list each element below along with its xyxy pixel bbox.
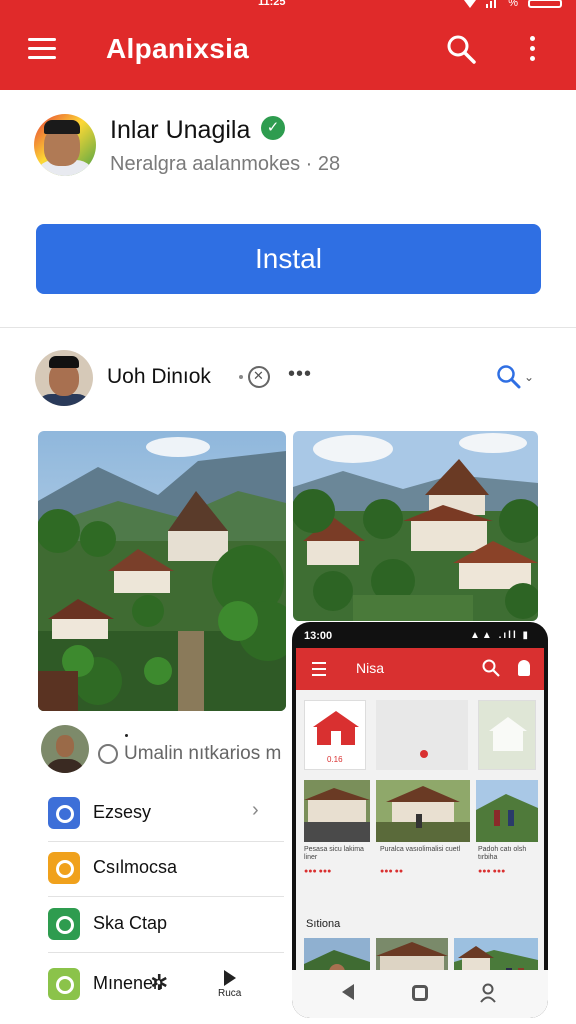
section-title: Sıtiona xyxy=(306,918,341,930)
search-icon[interactable] xyxy=(496,364,522,390)
thumbnail[interactable] xyxy=(304,780,370,842)
house-icon xyxy=(489,717,527,751)
profile-avatar[interactable] xyxy=(34,114,96,176)
menu-icon[interactable] xyxy=(312,662,326,680)
thumbnail-price: ●●● ●●● xyxy=(478,868,506,875)
thumbnail-caption: Puralca vasıolimalisi cuetl xyxy=(380,846,461,853)
status-icons: % xyxy=(464,0,562,9)
circle-icon xyxy=(48,908,80,940)
list-item-ska-ctap[interactable]: Ska Ctap xyxy=(48,908,284,964)
signal-icon xyxy=(486,0,497,8)
list-item-label: Ezsesy xyxy=(93,802,152,822)
app-title: Alpanixsia xyxy=(106,33,250,64)
back-icon[interactable] xyxy=(342,984,354,1000)
app-tile[interactable]: 0.16 xyxy=(304,700,366,770)
install-button[interactable]: Instal xyxy=(36,224,541,294)
comment-icon xyxy=(98,744,118,764)
tile-caption: 0.16 xyxy=(327,755,343,764)
phone-screen: Nisa 0.16 Pesasa sicu lakima liner Pural… xyxy=(296,648,544,992)
divider xyxy=(0,327,576,328)
battery-icon xyxy=(528,0,562,8)
thumbnail-caption: Padoh catı olsh tırbiha xyxy=(478,846,527,861)
phone-signal-icons: ▲▲ .ıll ▮ xyxy=(470,630,530,641)
thumbnail[interactable] xyxy=(376,780,470,842)
chevron-down-icon[interactable]: ⌄ xyxy=(524,370,534,384)
search-icon[interactable] xyxy=(446,34,476,64)
post-photo-temple[interactable] xyxy=(293,431,538,621)
battery-percent: % xyxy=(508,0,518,9)
post-author-name[interactable]: Uoh Dinıok xyxy=(107,365,211,389)
phone-app-title: Nisa xyxy=(356,660,385,676)
phone-mockup: 13:00 ▲▲ .ıll ▮ Nisa 0.16 Pesasa sicu la… xyxy=(292,622,548,1018)
circle-icon xyxy=(48,852,80,884)
list-item-csilmocsa[interactable]: Csılmocsa xyxy=(48,852,284,908)
phone-status-bar: 13:00 ▲▲ .ıll ▮ xyxy=(304,630,536,646)
circle-icon xyxy=(48,797,80,829)
home-icon[interactable] xyxy=(412,985,428,1001)
user-icon[interactable] xyxy=(518,660,530,676)
profile-subtitle: Neralgra aalanmokes · 28 xyxy=(110,153,341,175)
post-caption: Umalin nıtkarios m xyxy=(124,743,282,764)
thumbnail-price: ●●● ●●● xyxy=(304,868,332,875)
post-author-avatar[interactable] xyxy=(35,350,93,406)
post-photo-village[interactable] xyxy=(38,431,286,711)
status-bar: 11:25 % xyxy=(0,0,576,10)
caption-dot xyxy=(125,734,128,737)
home-icon xyxy=(313,711,359,745)
phone-time: 13:00 xyxy=(304,630,333,642)
status-time: 11:25 xyxy=(258,0,286,8)
separator-dot xyxy=(239,375,243,379)
search-icon[interactable] xyxy=(482,659,500,677)
verified-icon: ✓ xyxy=(261,116,285,140)
list-item-label: Csılmocsa xyxy=(93,857,178,877)
star-icon: ✲ xyxy=(150,970,169,995)
play-icon[interactable]: Ruca xyxy=(218,970,242,1004)
commenter-avatar[interactable] xyxy=(41,725,89,773)
circle-icon xyxy=(48,968,80,1000)
more-vert-icon[interactable] xyxy=(526,36,538,64)
chevron-right-icon[interactable]: › xyxy=(252,799,259,822)
post-more-button[interactable]: ••• xyxy=(288,363,312,386)
app-tile[interactable] xyxy=(376,700,468,770)
phone-nav-bar xyxy=(292,970,548,1018)
list-item-label: Ska Ctap xyxy=(93,913,168,933)
list-item-ezsesy[interactable]: Ezsesy xyxy=(48,797,284,853)
recent-icon[interactable] xyxy=(480,983,496,1003)
phone-app-bar: Nisa xyxy=(296,648,544,690)
thumbnail-price: ●●● ●● xyxy=(380,868,404,875)
menu-icon[interactable] xyxy=(28,38,56,60)
play-label: Ruca xyxy=(218,988,242,999)
app-tile[interactable] xyxy=(478,700,536,770)
badge-icon xyxy=(248,366,270,388)
thumbnail-caption: Pesasa sicu lakima liner xyxy=(304,846,364,861)
app-bar: 11:25 % Alpanixsia xyxy=(0,0,576,90)
thumbnail[interactable] xyxy=(476,780,538,842)
wifi-icon xyxy=(464,0,477,8)
profile-name: Inlar Unagila xyxy=(110,116,251,144)
